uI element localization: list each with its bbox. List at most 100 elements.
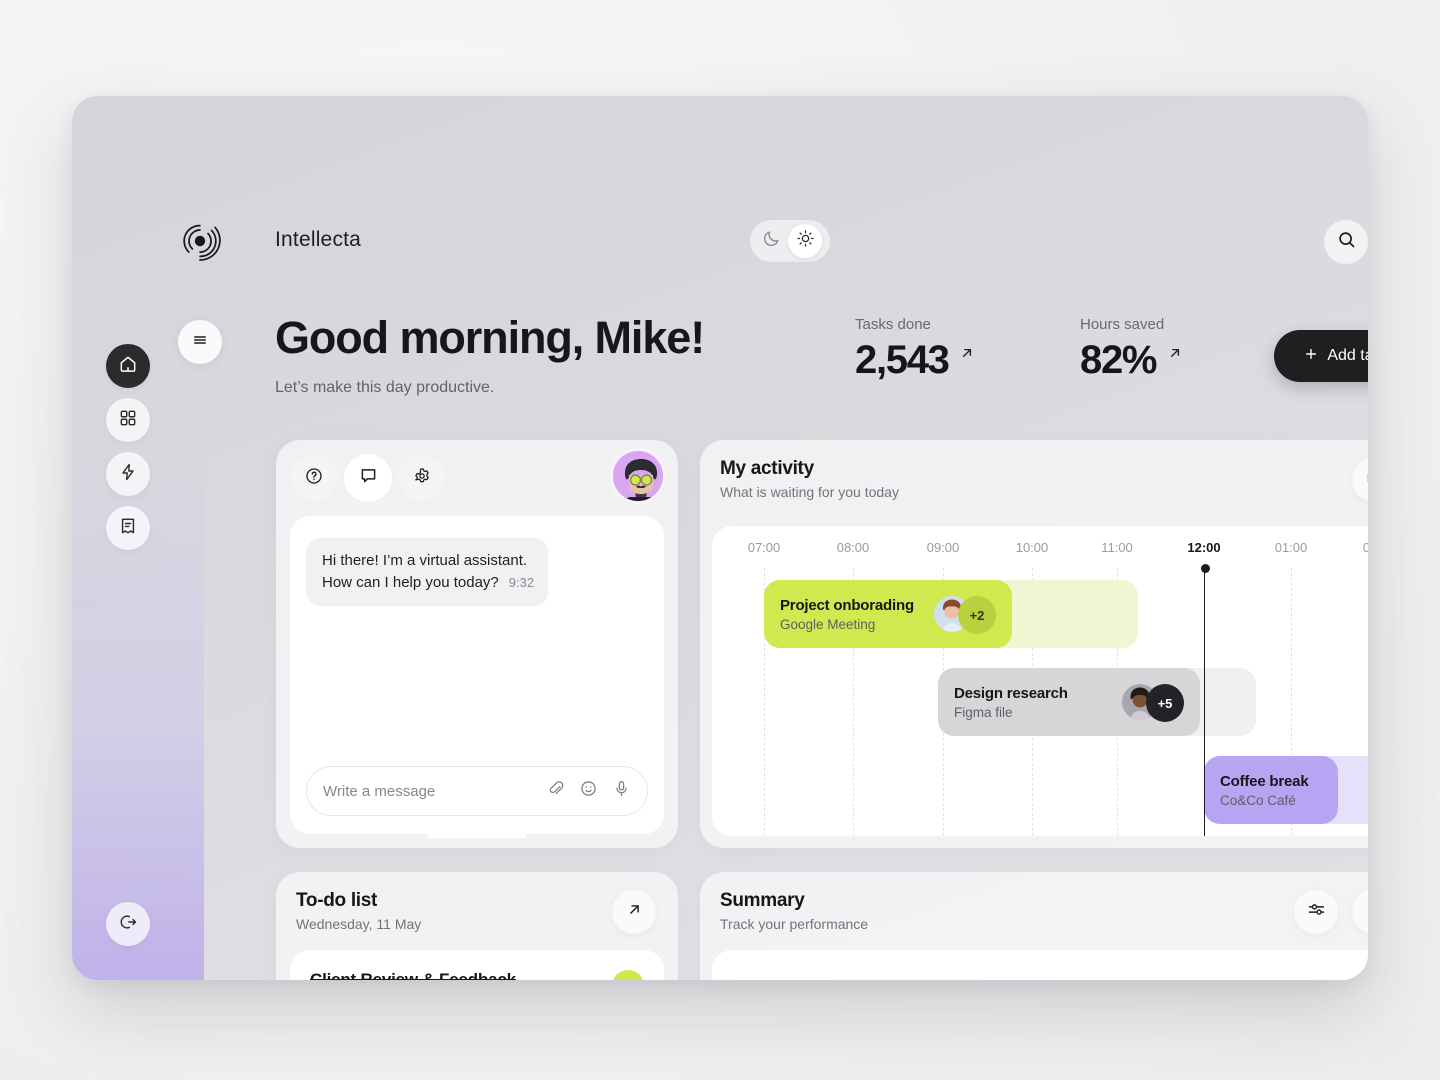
todo-header: To-do list Wednesday, 11 May (296, 890, 421, 932)
message-input[interactable]: Write a message (306, 766, 648, 816)
search-button[interactable] (1324, 220, 1368, 264)
todo-item[interactable]: Client Review & Feedback Landing page re… (290, 950, 664, 980)
plus-icon (1303, 346, 1319, 367)
chat-bubble-icon (358, 465, 379, 491)
todo-title: To-do list (296, 890, 378, 911)
app-window: Intellecta Good morning, Mike! Let’s mak… (72, 96, 1368, 980)
concentric-rings-logo-icon (178, 224, 224, 268)
add-task-label: Add task (1327, 347, 1368, 364)
theme-toggle[interactable] (750, 220, 830, 262)
event-participants[interactable]: +2 (934, 596, 996, 634)
question-circle-icon (304, 466, 324, 491)
chat-tabs (290, 454, 446, 502)
activity-panel: My activity What is waiting for you toda… (700, 440, 1368, 848)
sun-icon (796, 229, 815, 253)
current-time-indicator (1200, 564, 1210, 836)
todo-expand-button[interactable] (612, 890, 656, 934)
summary-chart: 400 300 203 (712, 950, 1368, 980)
sliders-icon (1306, 899, 1327, 925)
timeline-hour: 08:00 (836, 540, 870, 555)
stat-value: 82% (1080, 338, 1157, 382)
calendar-icon (1364, 467, 1368, 493)
summary-filter-button[interactable] (1294, 890, 1338, 934)
todo-date: Wednesday, 11 May (296, 916, 422, 932)
event-subtitle: Figma file (954, 704, 1013, 720)
receipt-icon (118, 516, 138, 541)
event-title: Design research (954, 684, 1068, 702)
moon-icon (762, 229, 781, 253)
screen: Intellecta Good morning, Mike! Let’s mak… (0, 0, 1440, 1080)
stat-value: 2,543 (855, 338, 950, 382)
arrow-up-right-icon (1365, 900, 1369, 924)
chat-panel: Hi there! I’m a virtual assistant. How c… (276, 440, 678, 848)
assistant-message-line2: How can I help you today? (322, 574, 499, 591)
sidebar-item-logout[interactable] (106, 902, 150, 946)
drag-handle[interactable] (428, 833, 526, 838)
logout-icon (118, 912, 138, 937)
sidebar-item-automations[interactable] (106, 452, 150, 496)
stat-hours-saved: Hours saved 82% (1080, 316, 1184, 383)
chart-svg (712, 950, 1368, 980)
sidebar-item-apps[interactable] (106, 398, 150, 442)
message-input-placeholder: Write a message (323, 782, 436, 800)
assistant-avatar (610, 448, 666, 504)
todo-item-title: Client Review & Feedback (310, 970, 516, 980)
arrow-up-right-icon (1166, 344, 1184, 367)
calendar-button[interactable] (1352, 458, 1368, 502)
home-icon (118, 354, 138, 379)
summary-title: Summary (720, 890, 805, 911)
summary-panel: Summary Track your performance 400 300 (700, 872, 1368, 980)
timeline-hour-current: 12:00 (1187, 540, 1221, 555)
activity-header: My activity What is waiting for you toda… (720, 458, 899, 500)
stat-label: Tasks done (855, 316, 931, 333)
hamburger-icon (191, 331, 209, 354)
event-participants[interactable]: +5 (1122, 684, 1184, 722)
menu-button[interactable] (178, 320, 222, 364)
summary-subtitle: Track your performance (720, 916, 869, 932)
summary-header: Summary Track your performance (720, 890, 868, 932)
stat-label: Hours saved (1080, 316, 1165, 333)
participant-extra-count: +5 (1146, 684, 1184, 722)
sidebar-item-documents[interactable] (106, 506, 150, 550)
gear-icon (412, 466, 432, 491)
event-title: Coffee break (1220, 772, 1309, 790)
message-timestamp: 9:32 (508, 575, 535, 590)
arrow-up-right-icon (958, 344, 976, 367)
search-icon (1336, 229, 1357, 255)
participant-extra-count: +2 (958, 596, 996, 634)
timeline-hour: 01:00 (1274, 540, 1308, 555)
timeline-hour: 10:00 (1015, 540, 1049, 555)
theme-dark-option[interactable] (754, 224, 788, 258)
event-project-onborading[interactable]: Project onborading Google Meeting +2 (764, 580, 1012, 648)
arrow-up-right-icon (625, 900, 644, 924)
todo-panel: To-do list Wednesday, 11 May Client Revi… (276, 872, 678, 980)
event-coffee-break[interactable]: Coffee break Co&Co Café (1204, 756, 1338, 824)
sidebar-item-home[interactable] (106, 344, 150, 388)
activity-timeline: 07:00 08:00 09:00 10:00 11:00 12:00 01:0… (712, 526, 1368, 836)
grid-icon (118, 408, 138, 433)
chat-tab-help[interactable] (290, 454, 338, 502)
microphone-icon[interactable] (612, 779, 631, 803)
chat-messages: Hi there! I’m a virtual assistant. How c… (290, 516, 664, 834)
activity-title: My activity (720, 458, 814, 479)
lightning-bolt-icon (118, 462, 138, 487)
app-logo (178, 218, 224, 264)
timeline-hour: 09:00 (926, 540, 960, 555)
theme-light-option[interactable] (788, 224, 822, 258)
page-title: Good morning, Mike! (275, 312, 705, 363)
stat-tasks-done: Tasks done 2,543 (855, 316, 976, 383)
add-task-button[interactable]: Add task (1274, 330, 1368, 382)
event-title: Project onborading (780, 596, 914, 614)
page-subtitle: Let’s make this day productive. (275, 379, 495, 396)
check-icon (620, 976, 636, 980)
smiley-icon[interactable] (579, 779, 598, 803)
activity-subtitle: What is waiting for you today (720, 484, 899, 500)
chat-tab-messages[interactable] (344, 454, 392, 502)
timeline-hour: 02:00 (1362, 540, 1368, 555)
event-design-research[interactable]: Design research Figma file +5 (938, 668, 1200, 736)
timeline-hour: 11:00 (1101, 540, 1133, 555)
assistant-message-line1: Hi there! I’m a virtual assistant. (322, 552, 528, 569)
summary-expand-button[interactable] (1352, 890, 1368, 934)
paperclip-icon[interactable] (546, 779, 565, 803)
chat-tab-settings[interactable] (398, 454, 446, 502)
